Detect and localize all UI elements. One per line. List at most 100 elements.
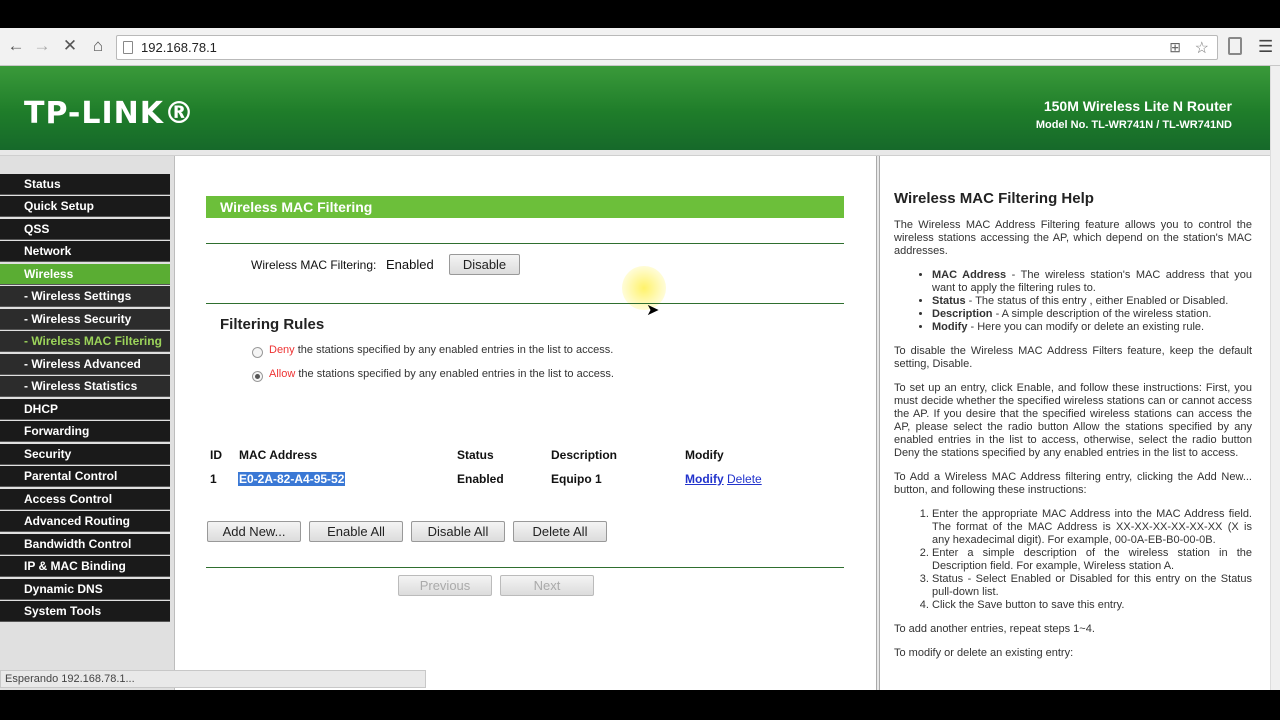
sidebar-item-wireless-advanced[interactable]: - Wireless Advanced [0,354,170,375]
help-panel: Wireless MAC Filtering Help The Wireless… [880,156,1270,690]
table-header-modify: Modify [685,448,724,462]
help-setup-note: To set up an entry, click Enable, and fo… [894,382,1252,459]
next-button[interactable]: Next [500,575,594,596]
sidebar-menu: Status Quick Setup QSS Network Wireless … [0,156,175,690]
sidebar-item-wireless-mac-filtering[interactable]: - Wireless MAC Filtering [0,331,170,352]
allow-option-label: Allow the stations specified by any enab… [269,368,614,380]
model-title: 150M Wireless Lite N Router [1043,98,1232,114]
list-item: Modify - Here you can modify or delete a… [932,321,1252,334]
table-header-id: ID [210,448,222,462]
filtering-rules-title: Filtering Rules [220,316,325,333]
list-item: MAC Address - The wireless station's MAC… [932,269,1252,295]
model-number: Model No. TL-WR741N / TL-WR741ND [1035,119,1232,131]
home-icon[interactable]: ⌂ [88,36,108,56]
list-item: Click the Save button to save this entry… [932,599,1252,612]
page-icon [123,41,133,54]
help-disable-note: To disable the Wireless MAC Address Filt… [894,345,1252,370]
help-repeat-note: To add another entries, repeat steps 1~4… [894,623,1095,635]
url-text: 192.168.78.1 [141,40,217,55]
sidebar-item-security[interactable]: Security [0,444,170,465]
table-header-mac: MAC Address [239,448,318,462]
sidebar-item-wireless-statistics[interactable]: - Wireless Statistics [0,376,170,397]
deny-word: Deny [269,344,295,356]
list-item: Enter the appropriate MAC Address into t… [932,508,1252,547]
address-bar[interactable]: 192.168.78.1 ⊞ ☆ [116,35,1218,60]
stop-icon[interactable]: ✕ [60,36,80,56]
enable-all-button[interactable]: Enable All [309,521,403,542]
list-item: Status - Select Enabled or Disabled for … [932,573,1252,599]
sidebar-item-qss[interactable]: QSS [0,219,170,240]
row-mac-selected: E0-2A-82-A4-95-52 [238,472,346,486]
sidebar-item-dhcp[interactable]: DHCP [0,399,170,420]
help-term-text: - A simple description of the wireless s… [992,308,1212,320]
help-field-list: MAC Address - The wireless station's MAC… [932,269,1252,334]
divider [206,567,844,568]
list-item: Status - The status of this entry , eith… [932,295,1252,308]
row-actions: Modify Delete [685,472,762,486]
delete-link[interactable]: Delete [727,472,762,486]
allow-radio[interactable] [252,371,263,382]
mac-filtering-state: Enabled [386,257,434,272]
row-description: Equipo 1 [551,472,602,486]
modify-link[interactable]: Modify [685,472,724,486]
tp-link-logo: TP-LINK® [24,96,196,131]
sidebar-item-wireless[interactable]: Wireless [0,264,170,285]
sidebar-item-ip-mac-binding[interactable]: IP & MAC Binding [0,556,170,577]
browser-status-bar: Esperando 192.168.78.1... [0,670,426,688]
sidebar-item-wireless-settings[interactable]: - Wireless Settings [0,286,170,307]
row-status: Enabled [457,472,504,486]
back-icon[interactable]: ← [6,36,26,56]
divider [206,243,844,244]
menu-icon[interactable]: ☰ [1258,37,1273,57]
help-term: Modify [932,321,968,333]
mac-filtering-label: Wireless MAC Filtering: [251,258,377,272]
help-intro: The Wireless MAC Address Filtering featu… [894,219,1252,257]
table-header-description: Description [551,448,618,462]
router-banner: TP-LINK® 150M Wireless Lite N Router Mod… [0,66,1270,150]
help-add-note: To Add a Wireless MAC Address filtering … [894,471,1252,496]
deny-text: the stations specified by any enabled en… [297,344,614,356]
allow-text: the stations specified by any enabled en… [298,368,614,380]
delete-all-button[interactable]: Delete All [513,521,607,542]
help-term: Description [932,308,993,320]
list-item: Description - A simple description of th… [932,308,1252,321]
sidebar-item-network[interactable]: Network [0,241,170,262]
page-title: Wireless MAC Filtering [206,196,844,218]
disable-button[interactable]: Disable [449,254,520,275]
main-content: Wireless MAC Filtering Wireless MAC Filt… [176,156,876,690]
translate-icon[interactable]: ⊞ [1169,39,1181,56]
help-term-text: - The status of this entry , either Enab… [965,295,1229,307]
browser-window: ← → ✕ ⌂ 192.168.78.1 ⊞ ☆ ☰ TP-LINK® 150M… [0,28,1280,690]
help-term: Status [932,295,966,307]
sidebar-item-bandwidth-control[interactable]: Bandwidth Control [0,534,170,555]
sidebar-item-forwarding[interactable]: Forwarding [0,421,170,442]
browser-toolbar: ← → ✕ ⌂ 192.168.78.1 ⊞ ☆ ☰ [0,28,1280,66]
divider [206,303,844,304]
sidebar-item-advanced-routing[interactable]: Advanced Routing [0,511,170,532]
row-mac: E0-2A-82-A4-95-52 [238,472,346,486]
row-id: 1 [210,472,217,486]
disable-all-button[interactable]: Disable All [411,521,505,542]
deny-option-label: Deny the stations specified by any enabl… [269,344,613,356]
sidebar-item-dynamic-dns[interactable]: Dynamic DNS [0,579,170,600]
page-scrollbar[interactable] [1270,66,1280,690]
add-new-button[interactable]: Add New... [207,521,301,542]
allow-word: Allow [269,368,296,380]
sidebar-item-system-tools[interactable]: System Tools [0,601,170,622]
help-steps: Enter the appropriate MAC Address into t… [932,508,1252,612]
sidebar-item-parental-control[interactable]: Parental Control [0,466,170,487]
help-title: Wireless MAC Filtering Help [894,190,1094,207]
bookmark-star-icon[interactable]: ☆ [1195,38,1209,58]
sidebar-item-status[interactable]: Status [0,174,170,195]
sidebar-item-quick-setup[interactable]: Quick Setup [0,196,170,217]
sidebar-item-wireless-security[interactable]: - Wireless Security [0,309,170,330]
help-term-text: - Here you can modify or delete an exist… [967,321,1205,333]
table-header-status: Status [457,448,494,462]
forward-icon[interactable]: → [32,36,52,56]
deny-radio[interactable] [252,347,263,358]
help-term: MAC Address [932,269,1007,281]
previous-button[interactable]: Previous [398,575,492,596]
list-item: Enter a simple description of the wirele… [932,547,1252,573]
extension-icon[interactable] [1228,37,1242,55]
sidebar-item-access-control[interactable]: Access Control [0,489,170,510]
